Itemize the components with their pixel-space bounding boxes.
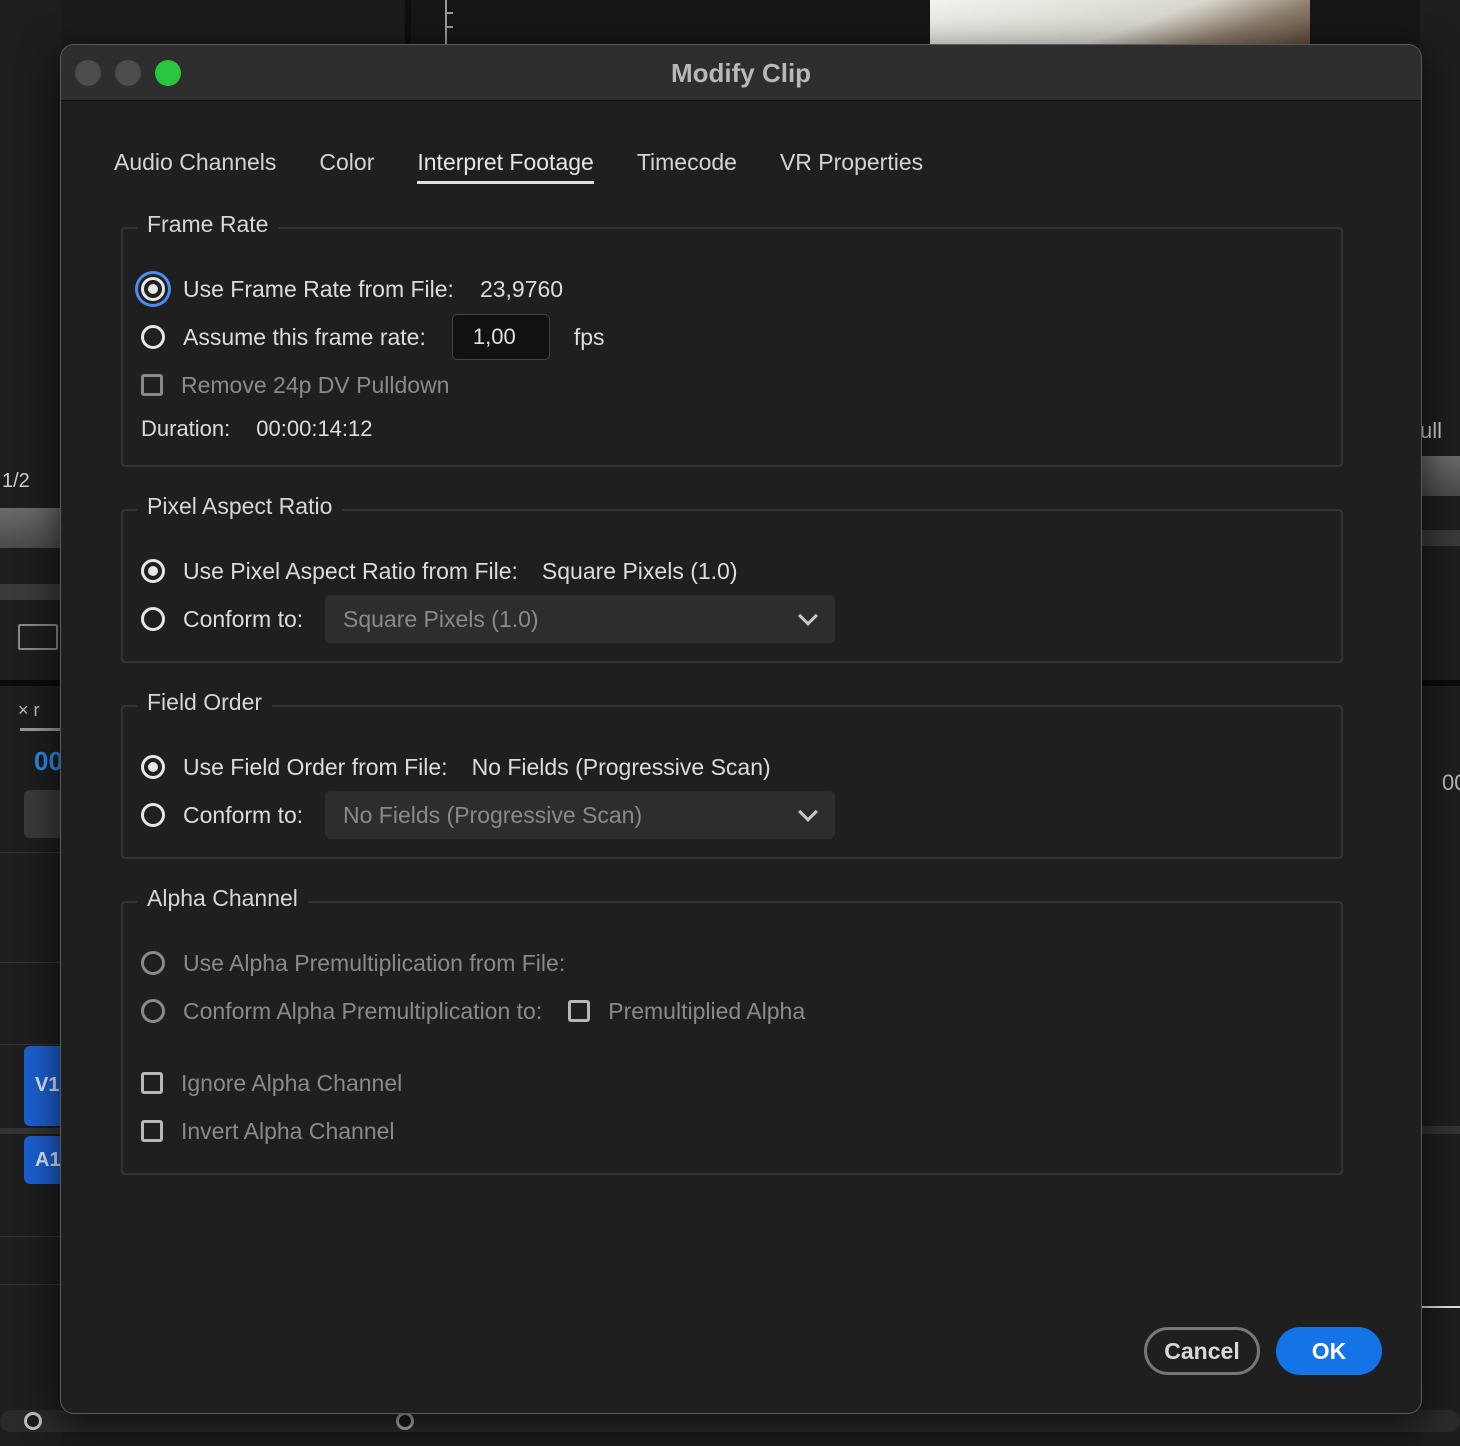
frame-rate-group-label: Frame Rate: [137, 211, 279, 238]
assume-frame-rate-radio[interactable]: [141, 325, 165, 349]
playhead-line: [1422, 1306, 1460, 1308]
use-field-order-from-file-row: Use Field Order from File: No Fields (Pr…: [141, 751, 771, 783]
assume-frame-rate-row: Assume this frame rate: fps: [141, 314, 605, 360]
tab-audio-channels[interactable]: Audio Channels: [114, 149, 276, 184]
use-field-order-from-file-label: Use Field Order from File:: [183, 753, 448, 780]
background-left-panel: [0, 0, 62, 1446]
use-field-order-from-file-radio[interactable]: [141, 755, 165, 779]
conform-field-order-row: Conform to:: [141, 799, 303, 831]
duration-row: Duration: 00:00:14:12: [141, 413, 373, 445]
pixel-aspect-ratio-group-label: Pixel Aspect Ratio: [137, 493, 343, 520]
use-par-from-file-row: Use Pixel Aspect Ratio from File: Square…: [141, 555, 738, 587]
sequence-tab-close-icon[interactable]: × r: [18, 700, 40, 721]
conform-field-order-dropdown-value: No Fields (Progressive Scan): [343, 802, 643, 828]
conform-field-order-label: Conform to:: [183, 801, 304, 828]
ignore-alpha-row: Ignore Alpha Channel: [141, 1067, 402, 1099]
track-separator: [0, 1236, 62, 1237]
conform-alpha-radio[interactable]: [141, 999, 165, 1023]
conform-alpha-label: Conform Alpha Premultiplication to:: [183, 997, 543, 1024]
sequence-timecode: 00: [34, 746, 63, 776]
frame-rate-group: Frame Rate Use Frame Rate from File: 23,…: [121, 211, 1343, 467]
track-v1-toggle[interactable]: V1: [24, 1046, 64, 1126]
zoom-scrollbar-left-handle[interactable]: [24, 1412, 42, 1430]
use-frame-rate-from-file-radio[interactable]: [141, 277, 165, 301]
ignore-alpha-checkbox[interactable]: [141, 1072, 163, 1094]
background-left-scrubber: [0, 508, 62, 548]
background-clip-thumbnail: [930, 0, 1310, 44]
fps-unit-label: fps: [573, 323, 605, 350]
alpha-channel-group-label: Alpha Channel: [137, 885, 308, 912]
track-separator: [0, 1284, 62, 1285]
conform-par-radio[interactable]: [141, 607, 165, 631]
track-separator: [0, 852, 62, 853]
remove-pulldown-checkbox[interactable]: [141, 374, 163, 396]
snap-tool-button[interactable]: [24, 790, 64, 838]
tab-bar: Audio Channels Color Interpret Footage T…: [114, 149, 966, 184]
file-frame-rate-value: 23,9760: [479, 275, 564, 302]
background-right-panel: [1420, 0, 1460, 1446]
ok-button[interactable]: OK: [1276, 1327, 1382, 1375]
use-alpha-from-file-label: Use Alpha Premultiplication from File:: [183, 949, 566, 976]
assume-frame-rate-label: Assume this frame rate:: [183, 323, 426, 350]
background-right-panel-label: ull: [1420, 418, 1443, 443]
invert-alpha-row: Invert Alpha Channel: [141, 1115, 395, 1147]
tab-vr-properties[interactable]: VR Properties: [780, 149, 923, 184]
chevron-down-icon: [798, 606, 818, 626]
conform-par-row: Conform to:: [141, 603, 303, 635]
remove-pulldown-label: Remove 24p DV Pulldown: [181, 371, 450, 398]
track-separator: [0, 962, 62, 963]
tab-timecode[interactable]: Timecode: [637, 149, 737, 184]
chevron-down-icon: [798, 802, 818, 822]
zoom-scrollbar-right-handle[interactable]: [396, 1412, 414, 1430]
remove-pulldown-row: Remove 24p DV Pulldown: [141, 369, 449, 401]
conform-par-dropdown-value: Square Pixels (1.0): [343, 606, 539, 632]
invert-alpha-label: Invert Alpha Channel: [181, 1117, 395, 1144]
pixel-aspect-ratio-group: Pixel Aspect Ratio Use Pixel Aspect Rati…: [121, 493, 1343, 663]
background-left-scrollbar: [0, 584, 62, 600]
field-order-group-label: Field Order: [137, 689, 273, 716]
tab-color[interactable]: Color: [319, 149, 374, 184]
background-ruler: [445, 0, 453, 44]
program-timecode: 00: [1442, 770, 1460, 795]
dialog-title: Modify Clip: [670, 58, 812, 88]
premultiplied-alpha-checkbox[interactable]: [568, 1000, 591, 1022]
track-divider: [0, 1128, 62, 1134]
conform-par-dropdown[interactable]: Square Pixels (1.0): [325, 595, 835, 643]
modify-clip-dialog: Modify Clip Audio Channels Color Interpr…: [60, 44, 1422, 1414]
invert-alpha-checkbox[interactable]: [141, 1120, 163, 1142]
file-par-value: Square Pixels (1.0): [541, 557, 738, 584]
use-frame-rate-from-file-row: Use Frame Rate from File: 23,9760: [141, 273, 563, 305]
use-alpha-from-file-radio[interactable]: [141, 951, 165, 975]
background-left-divider: [0, 680, 62, 686]
export-frame-icon[interactable]: [18, 624, 58, 650]
background-right-scrubber: [1422, 456, 1460, 496]
use-par-from-file-radio[interactable]: [141, 559, 165, 583]
background-left-panel-label: 1/2: [2, 470, 30, 492]
use-frame-rate-from-file-label: Use Frame Rate from File:: [183, 275, 454, 302]
background-right-scrollbar: [1422, 530, 1460, 546]
ignore-alpha-label: Ignore Alpha Channel: [181, 1069, 403, 1096]
use-alpha-from-file-row: Use Alpha Premultiplication from File:: [141, 947, 565, 979]
cancel-button[interactable]: Cancel: [1144, 1327, 1260, 1375]
track-a1-toggle[interactable]: A1: [24, 1136, 64, 1184]
sequence-tab-underline: [20, 728, 60, 731]
use-par-from-file-label: Use Pixel Aspect Ratio from File:: [183, 557, 518, 584]
tab-interpret-footage[interactable]: Interpret Footage: [417, 149, 594, 184]
conform-field-order-radio[interactable]: [141, 803, 165, 827]
alpha-channel-group: Alpha Channel Use Alpha Premultiplicatio…: [121, 885, 1343, 1175]
duration-label: Duration:: [141, 416, 231, 441]
conform-alpha-row: Conform Alpha Premultiplication to: Prem…: [141, 995, 805, 1027]
assume-frame-rate-input[interactable]: [451, 314, 550, 360]
title-bar: Modify Clip: [61, 45, 1421, 101]
premultiplied-alpha-label: Premultiplied Alpha: [608, 997, 806, 1024]
conform-par-label: Conform to:: [183, 605, 304, 632]
field-order-group: Field Order Use Field Order from File: N…: [121, 689, 1343, 859]
conform-field-order-dropdown[interactable]: No Fields (Progressive Scan): [325, 791, 835, 839]
duration-value: 00:00:14:12: [256, 416, 373, 441]
file-field-order-value: No Fields (Progressive Scan): [471, 753, 771, 780]
background-right-divider: [1420, 680, 1460, 686]
track-divider: [1420, 1126, 1460, 1134]
track-separator: [0, 1044, 62, 1045]
